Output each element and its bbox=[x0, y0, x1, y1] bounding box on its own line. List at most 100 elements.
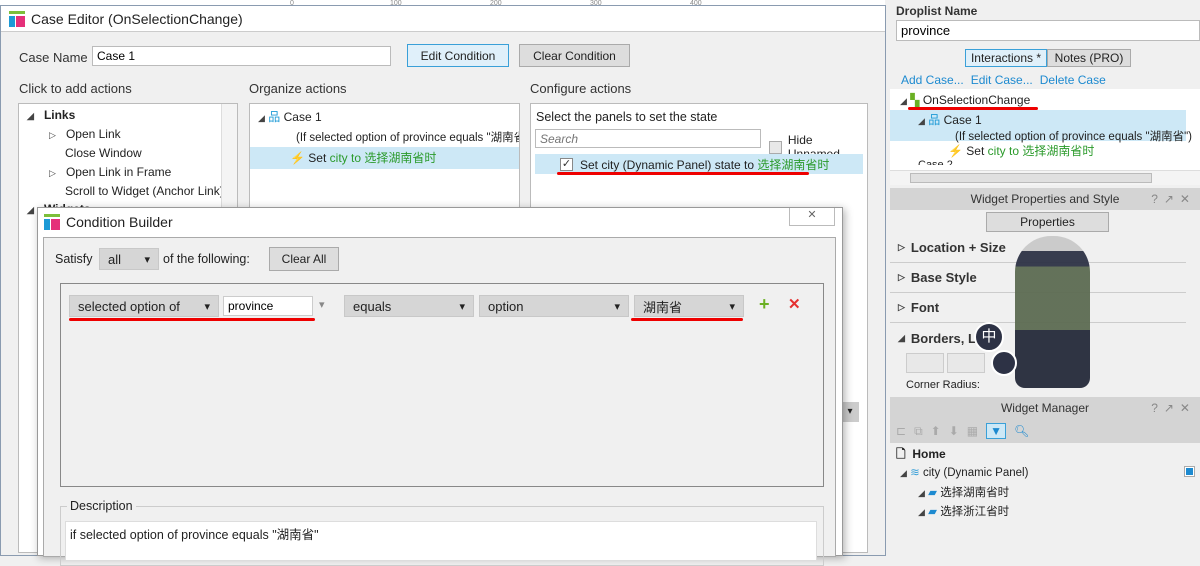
app-logo-icon bbox=[44, 214, 60, 230]
panel-controls-icon[interactable]: ?↗✕ bbox=[1151, 192, 1196, 206]
wm-state[interactable]: ◢ ▰ 选择浙江省时 bbox=[918, 503, 1009, 519]
widget-dropdown-arrow[interactable]: ▾ bbox=[319, 298, 325, 311]
action-label: Open Link in Frame bbox=[65, 165, 172, 179]
filter-icon[interactable]: ▼ bbox=[986, 423, 1006, 439]
action-open-link[interactable]: ▷ Open Link bbox=[19, 126, 237, 145]
widget-properties-header: Widget Properties and Style ?↗✕ bbox=[890, 188, 1200, 210]
wm-state[interactable]: ◢ ▰ 选择湖南省时 bbox=[918, 484, 1009, 500]
annotation-underline bbox=[557, 172, 809, 175]
condition-builder-body: Satisfy all of the following: Clear All … bbox=[43, 237, 836, 566]
satisfy-dropdown[interactable]: all bbox=[99, 248, 159, 270]
case-name-label: Case Name bbox=[19, 50, 88, 65]
clear-all-button[interactable]: Clear All bbox=[269, 247, 339, 271]
horizontal-scrollbar[interactable] bbox=[890, 170, 1200, 185]
value-dropdown[interactable]: 湖南省 bbox=[634, 295, 744, 317]
lightning-icon: ⚡ bbox=[290, 151, 305, 165]
close-button[interactable]: ✕ bbox=[789, 208, 835, 226]
action-node[interactable]: ⚡ Set city to 选择湖南省时 bbox=[250, 147, 519, 169]
annotation-underline bbox=[908, 107, 1038, 110]
action-prefix: Set bbox=[966, 144, 988, 158]
links-group[interactable]: ◢ Links bbox=[19, 104, 237, 126]
case-node[interactable]: ◢ 品 Case 1 bbox=[250, 104, 519, 129]
description-text: if selected option of province equals "湖… bbox=[65, 521, 817, 561]
annotation-underline bbox=[69, 318, 315, 321]
action-target: city to 选择湖南省时 bbox=[329, 151, 437, 165]
row-text: Set city (Dynamic Panel) state to bbox=[580, 157, 758, 172]
lightning-icon: ⚡ bbox=[948, 144, 963, 158]
wm-title: Widget Manager bbox=[1000, 401, 1090, 415]
condition-builder-dialog: Condition Builder ✕ Satisfy all of the f… bbox=[37, 207, 843, 566]
section-label: Location + Size bbox=[910, 240, 1006, 255]
conditions-area: selected option of ▾ equals option 湖南省 +… bbox=[60, 283, 824, 487]
down-icon[interactable]: ⬇ bbox=[949, 424, 959, 438]
wm-home[interactable]: 🗋 Home bbox=[896, 445, 946, 466]
case-name-input[interactable] bbox=[92, 46, 391, 66]
section-label: Base Style bbox=[910, 270, 977, 285]
case-label: Case 1 bbox=[283, 110, 322, 124]
visibility-toggle[interactable] bbox=[1184, 466, 1195, 477]
checked-checkbox-icon[interactable]: ✓ bbox=[560, 157, 573, 171]
row-state: 选择湖南省时 bbox=[757, 157, 830, 172]
widget-input[interactable] bbox=[223, 296, 313, 316]
case-links: Add Case... Edit Case... Delete Case bbox=[901, 73, 1106, 87]
wm-toolbar: ⊏ ⧉ ⬆ ⬇ ▦ ▼ 🔍︎ bbox=[890, 419, 1200, 443]
panel-search-input[interactable] bbox=[535, 129, 761, 148]
right-panel: Droplist Name Interactions * Notes (PRO)… bbox=[890, 0, 1200, 556]
clear-condition-button[interactable]: Clear Condition bbox=[519, 44, 630, 67]
case-label: Case 1 bbox=[943, 113, 982, 127]
value-type-value: option bbox=[488, 298, 524, 314]
action-scroll-to-widget[interactable]: Scroll to Widget (Anchor Link) bbox=[19, 183, 237, 202]
dropdown-arrow[interactable]: ▾ bbox=[841, 402, 859, 422]
tab-interactions[interactable]: Interactions * bbox=[965, 49, 1047, 67]
case-editor-title: Case Editor (OnSelectionChange) bbox=[31, 10, 243, 27]
following-label: of the following: bbox=[163, 252, 250, 266]
search-icon[interactable]: 🔍︎ bbox=[1014, 424, 1029, 438]
tool-icon[interactable]: ⊏ bbox=[896, 424, 906, 438]
configure-heading: Configure actions bbox=[530, 81, 632, 96]
event-icon: ▚ bbox=[910, 93, 920, 107]
add-case-link[interactable]: Add Case... bbox=[901, 73, 964, 87]
delete-case-link[interactable]: Delete Case bbox=[1040, 73, 1106, 87]
action-open-link-in-frame[interactable]: ▷ Open Link in Frame bbox=[19, 164, 237, 183]
condition-type-dropdown[interactable]: selected option of bbox=[69, 295, 219, 317]
copy-icon[interactable]: ⧉ bbox=[914, 424, 923, 439]
annotation-underline bbox=[631, 318, 743, 321]
delete-condition-icon[interactable]: ✕ bbox=[788, 295, 801, 313]
tab-notes[interactable]: Notes (PRO) bbox=[1047, 49, 1131, 67]
case-2-node[interactable]: Case 2 bbox=[890, 159, 1200, 165]
panel-state-row[interactable]: ✓ Set city (Dynamic Panel) state to 选择湖南… bbox=[535, 154, 863, 174]
panel-controls-icon[interactable]: ?↗✕ bbox=[1151, 401, 1196, 415]
wm-dynamic-panel[interactable]: ◢ ≋ city (Dynamic Panel) bbox=[900, 465, 1028, 479]
case-condition: (If selected option of province equals "… bbox=[296, 132, 519, 144]
tool-icon[interactable]: ▦ bbox=[967, 424, 978, 438]
section-label: Borders, Li bbox=[910, 330, 980, 346]
action-prefix: Set bbox=[308, 151, 330, 165]
props-tab-label: Properties bbox=[1020, 215, 1075, 229]
condition-type-value: selected option of bbox=[78, 298, 180, 314]
condition-builder-titlebar: Condition Builder bbox=[44, 214, 173, 230]
ime-settings-icon[interactable] bbox=[991, 350, 1017, 376]
case-node[interactable]: ◢ 品 Case 1 (If selected option of provinc… bbox=[890, 110, 1192, 143]
ime-indicator[interactable]: 中 bbox=[974, 322, 1004, 352]
page-icon: 🗋 bbox=[896, 447, 906, 461]
droplist-name-input[interactable] bbox=[896, 20, 1200, 41]
description-group: Description if selected option of provin… bbox=[60, 499, 824, 566]
action-target: city to 选择湖南省时 bbox=[987, 144, 1095, 158]
up-icon[interactable]: ⬆ bbox=[931, 424, 941, 438]
edit-case-link[interactable]: Edit Case... bbox=[971, 73, 1033, 87]
add-condition-icon[interactable]: + bbox=[759, 294, 770, 315]
add-actions-heading: Click to add actions bbox=[19, 81, 132, 96]
app-logo-icon bbox=[9, 10, 25, 27]
edit-condition-button[interactable]: Edit Condition bbox=[407, 44, 509, 67]
operator-dropdown[interactable]: equals bbox=[344, 295, 474, 317]
event-node[interactable]: ◢ ▚ OnSelectionChange bbox=[890, 89, 1200, 107]
tab-properties[interactable]: Properties bbox=[986, 212, 1109, 232]
action-close-window[interactable]: Close Window bbox=[19, 145, 237, 164]
checkbox-box bbox=[769, 140, 782, 154]
event-label: OnSelectionChange bbox=[922, 93, 1031, 107]
value-type-dropdown[interactable]: option bbox=[479, 295, 629, 317]
organize-heading: Organize actions bbox=[249, 81, 347, 96]
state-icon: ▰ bbox=[928, 487, 937, 499]
operator-value: equals bbox=[353, 298, 392, 314]
action-label: Open Link bbox=[65, 127, 121, 141]
